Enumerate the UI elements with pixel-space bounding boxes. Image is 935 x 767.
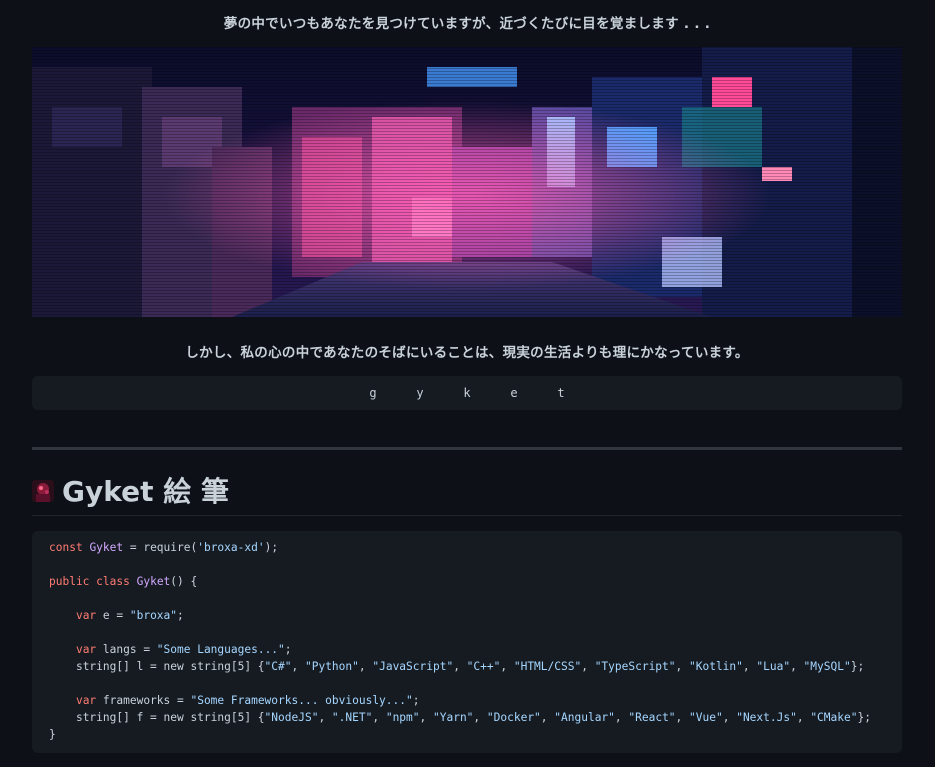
name-letters-box: g y k e t: [32, 376, 902, 410]
code-string: "Lua": [756, 660, 791, 673]
section-heading: Gyket 絵 筆: [32, 470, 902, 516]
name-letter: t: [557, 386, 565, 400]
code-string: "HTML/CSS": [513, 660, 582, 673]
code-string: "Python": [304, 660, 359, 673]
horizontal-rule: [32, 447, 902, 450]
code-punct: };: [850, 660, 865, 673]
code-string: "Docker": [486, 711, 541, 724]
code-line: string[] f = new string[5] {"NodeJS", ".…: [75, 711, 871, 724]
name-letter: e: [510, 386, 518, 400]
code-string: "React": [628, 711, 676, 724]
top-quote: 夢の中でいつもあなたを見つけていますが、近づくたびに目を覚まします . . .: [223, 16, 711, 32]
code-string: "Next.Js": [736, 711, 797, 724]
code-punct: };: [857, 711, 871, 724]
code-line: public class Gyket() {: [49, 575, 198, 588]
code-string: "CMake": [810, 711, 858, 724]
code-line: var frameworks = "Some Frameworks... obv…: [75, 694, 420, 707]
code-string: ".NET": [331, 711, 373, 724]
middle-quote: しかし、私の心の中であなたのそばにいることは、現実の生活よりも理にかなっています…: [185, 345, 749, 361]
name-letter: y: [416, 386, 424, 400]
code-string: "Vue": [689, 711, 723, 724]
name-letter: g: [369, 386, 377, 400]
anime-avatar-icon: [32, 479, 54, 502]
code-string: "C++": [466, 660, 501, 673]
code-line: var langs = "Some Languages...";: [75, 643, 292, 656]
code-string: "npm": [385, 711, 420, 724]
code-line: }: [49, 728, 56, 741]
code-block: const Gyket = require('broxa-xd'); public…: [32, 531, 902, 753]
heading-title: Gyket 絵 筆: [62, 474, 229, 508]
code-line: const Gyket = require('broxa-xd');: [49, 541, 279, 554]
code-string: "Kotlin": [689, 660, 743, 673]
code-string: "JavaScript": [372, 660, 454, 673]
code-line: var e = "broxa";: [75, 609, 184, 622]
code-string: "Yarn": [433, 711, 474, 724]
code-string: "NodeJS": [264, 711, 319, 724]
code-string: "Angular": [554, 711, 615, 724]
code-string: "MySQL": [803, 660, 851, 673]
name-letter: k: [463, 386, 471, 400]
code-string: "TypeScript": [594, 660, 676, 673]
neon-alley-banner: [32, 47, 902, 317]
code-line: string[] l = new string[5] {"C#", "Pytho…: [75, 660, 865, 673]
code-string: "C#": [264, 660, 292, 673]
